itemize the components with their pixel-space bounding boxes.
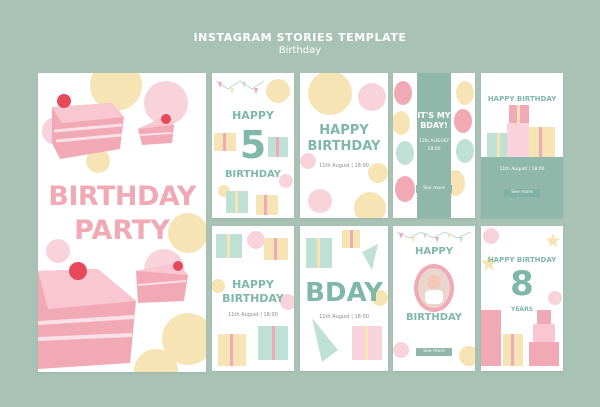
- birthday-label: BIRTHDAY: [224, 169, 282, 180]
- event-date: 11th August | 18:00: [319, 163, 369, 169]
- story-card-happy-birthday[interactable]: HAPPY BIRTHDAY 11th August | 18:00: [300, 73, 388, 218]
- happy-birthday-label: HAPPY BIRTHDAY: [487, 256, 557, 264]
- birthday-label: BIRTHDAY: [222, 292, 284, 305]
- page-subtitle: Birthday: [278, 45, 322, 56]
- story-card-birthday-party[interactable]: BIRTHDAY PARTY: [38, 73, 206, 372]
- age-number: 8: [510, 264, 534, 304]
- event-date: 11th August | 18:00: [228, 312, 278, 318]
- happy-label: HAPPY: [232, 278, 274, 291]
- party-heading: PARTY: [74, 215, 170, 246]
- party-hat-icon: [312, 318, 338, 362]
- happy-label: HAPPY: [319, 123, 369, 138]
- happy-label: HAPPY: [414, 246, 453, 257]
- event-date: 11th August | 18:00: [319, 314, 369, 320]
- story-card-five[interactable]: HAPPY 5 BIRTHDAY: [212, 73, 294, 218]
- story-card-bday[interactable]: BDAY 11th August | 18:00: [300, 226, 388, 371]
- story-card-photo[interactable]: HAPPY BIRTHDAY See more: [393, 226, 475, 371]
- birthday-heading: BIRTHDAY: [48, 181, 196, 212]
- happy-birthday-label: HAPPY BIRTHDAY: [487, 95, 557, 103]
- story-card-eight-years[interactable]: HAPPY BIRTHDAY 8 YEARS: [481, 226, 563, 371]
- see-more-button[interactable]: See more: [416, 185, 452, 193]
- birthday-label: BIRTHDAY: [405, 312, 463, 323]
- bday-label: BDAY!: [420, 121, 448, 130]
- age-number: 5: [239, 123, 267, 167]
- event-date: 11th AUGUST: [418, 139, 450, 144]
- strawberry-icon: [57, 94, 71, 108]
- see-more-button[interactable]: See more: [504, 189, 540, 197]
- years-label: YEARS: [510, 306, 534, 313]
- see-more-button[interactable]: See more: [416, 348, 452, 356]
- event-time: 18:00: [427, 147, 441, 152]
- bday-heading: BDAY: [305, 278, 383, 308]
- happy-label: HAPPY: [232, 109, 274, 122]
- story-card-happy-birthday-gifts[interactable]: HAPPY BIRTHDAY 11th August | 18:00: [212, 226, 294, 371]
- event-date: 11th August | 18:00: [499, 167, 545, 172]
- story-card-its-my-bday[interactable]: IT'S MY BDAY! 11th AUGUST 18:00 See more: [393, 73, 475, 218]
- page-title: INSTAGRAM STORIES TEMPLATE: [193, 31, 407, 44]
- story-card-gifts[interactable]: HAPPY BIRTHDAY 11th August | 18:00 See m…: [481, 73, 563, 218]
- its-my-label: IT'S MY: [417, 111, 451, 120]
- birthday-label: BIRTHDAY: [307, 139, 381, 154]
- info-panel: [417, 73, 451, 218]
